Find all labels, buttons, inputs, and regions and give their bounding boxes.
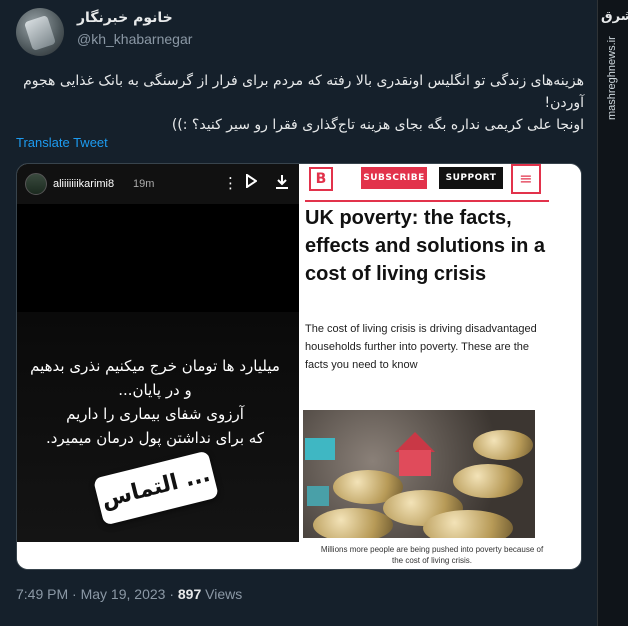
tweet-media[interactable]: aliiiiiiikarimi8 19m ⋮ میلیارد ها تومان … — [16, 163, 582, 570]
play-icon — [245, 173, 258, 192]
tweet-text: هزینه‌های زندگی تو انگلیس اونقدری بالا ر… — [16, 70, 584, 136]
subscribe-button: SUBSCRIBE — [361, 167, 427, 189]
story-text-line: آرزوی شفای بیماری را داریم — [66, 405, 244, 423]
article-screenshot: B SUBSCRIBE SUPPORT ≡ UK poverty: the fa… — [299, 164, 581, 542]
display-name[interactable]: خانوم خبرنگار — [77, 10, 173, 26]
story-text-line: میلیارد ها تومان خرج میکنیم نذری بدهیم — [30, 357, 280, 375]
article-headline: UK poverty: the facts, effects and solut… — [305, 207, 546, 285]
article-caption: Millions more people are being pushed in… — [320, 545, 544, 565]
user-handle[interactable]: @kh_khabarnegar — [77, 31, 192, 47]
story-text-line: که برای نداشتن پول درمان میمیرد. — [46, 429, 264, 447]
tweet-meta: 7:49 PM · May 19, 2023 · 897 Views — [16, 586, 242, 602]
separator: · — [169, 586, 174, 602]
story-header: aliiiiiiikarimi8 19m ⋮ — [17, 164, 299, 204]
tweet-time[interactable]: 7:49 PM — [16, 586, 68, 602]
more-icon: ⋮ — [223, 174, 238, 192]
story-username: aliiiiiiikarimi8 — [53, 178, 115, 190]
watermark-strip: مشرق mashreghnews.ir — [597, 0, 628, 626]
watermark-logo: مشرق — [601, 9, 628, 24]
story-time: 19m — [133, 178, 155, 190]
views-count: 897 — [177, 586, 202, 602]
views-label: Views — [205, 586, 243, 602]
divider — [305, 200, 549, 202]
story-avatar — [25, 173, 47, 195]
article-standfirst: The cost of living crisis is driving dis… — [305, 323, 537, 371]
site-logo: B — [309, 167, 333, 191]
tweet-text-line: آوردن! — [544, 95, 584, 111]
download-icon — [275, 174, 289, 194]
story-screenshot: aliiiiiiikarimi8 19m ⋮ میلیارد ها تومان … — [17, 164, 299, 542]
support-button: SUPPORT — [439, 167, 503, 189]
tweet-date[interactable]: May 19, 2023 — [81, 586, 166, 602]
tweet-text-line: هزینه‌های زندگی تو انگلیس اونقدری بالا ر… — [23, 73, 584, 89]
translate-tweet-link[interactable]: Translate Tweet — [16, 135, 108, 150]
story-text: میلیارد ها تومان خرج میکنیم نذری بدهیم و… — [17, 354, 293, 450]
avatar[interactable] — [16, 8, 64, 56]
story-text-line: و در پایان... — [118, 381, 192, 399]
watermark-url: mashreghnews.ir — [606, 36, 618, 120]
separator: · — [72, 586, 77, 602]
tweet-text-line: اونجا علی کریمی نداره بگه بجای هزینه تاج… — [171, 117, 584, 133]
hamburger-icon: ≡ — [511, 164, 541, 194]
article-photo — [303, 410, 535, 538]
